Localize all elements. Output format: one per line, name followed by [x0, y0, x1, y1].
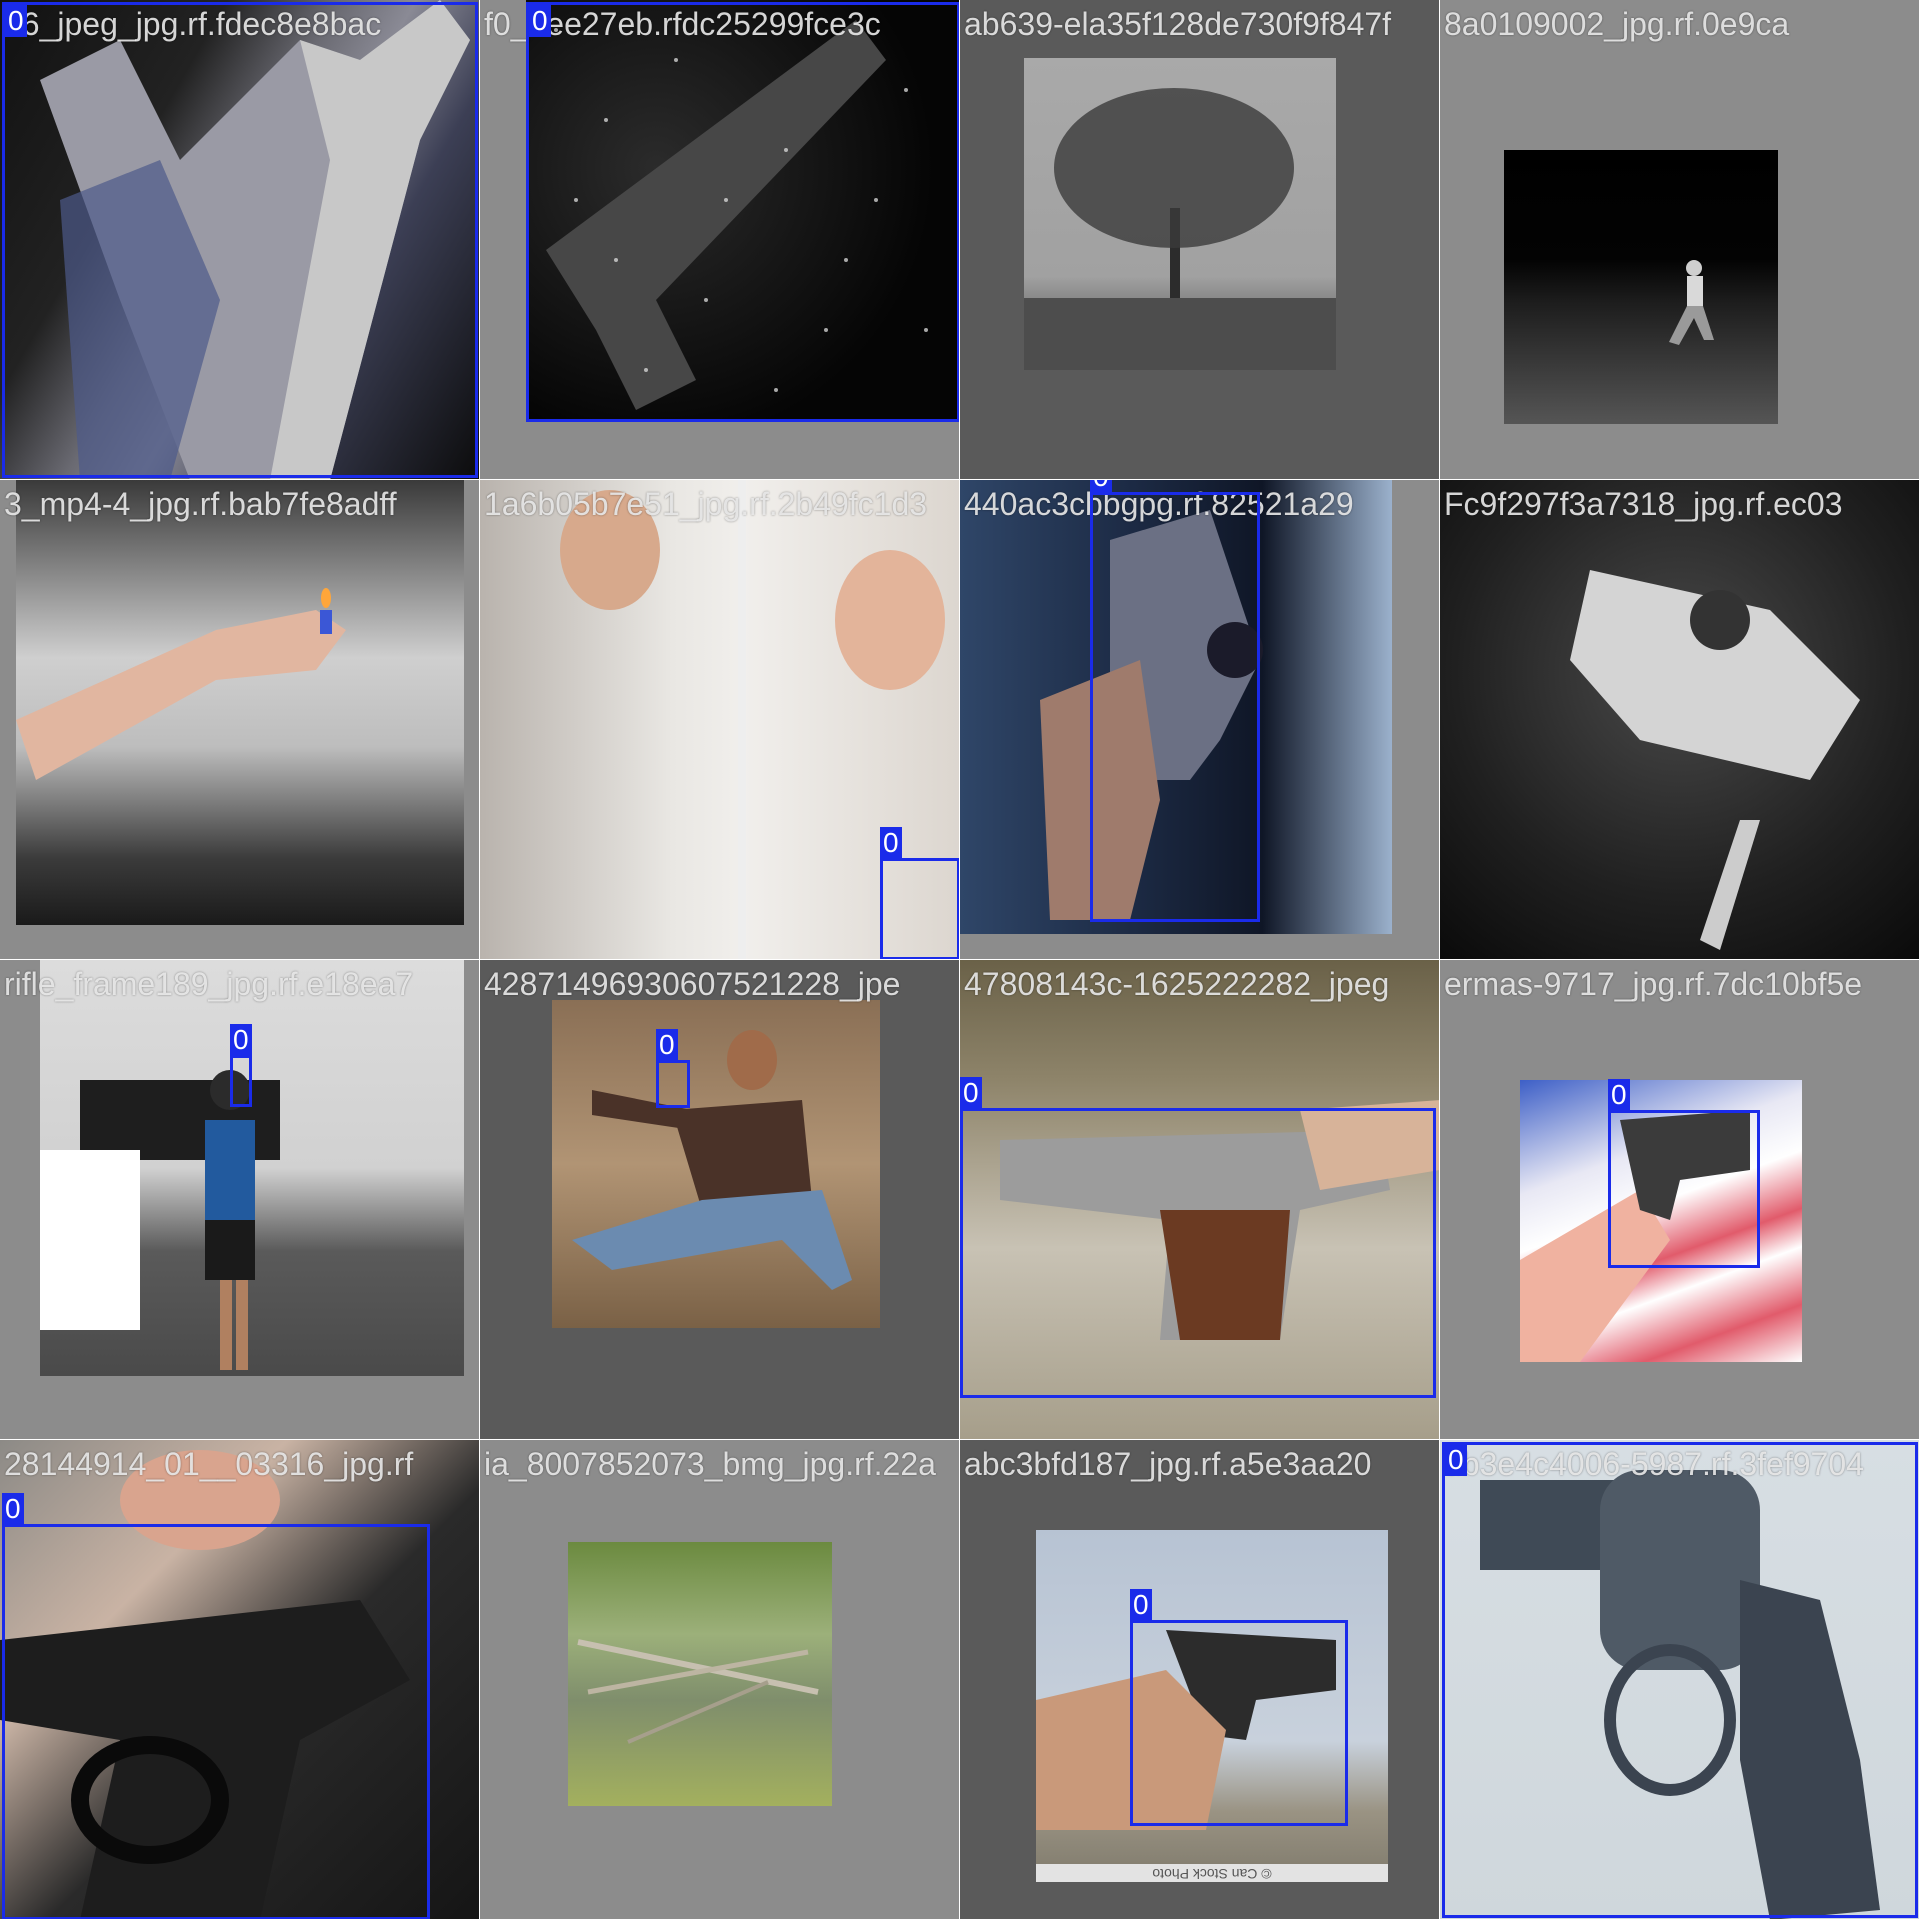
- tile-title: ia_8007852073_bmg_jpg.rf.22a: [484, 1446, 936, 1482]
- detection-box: 0: [1608, 1079, 1760, 1268]
- box-label: 0: [230, 1024, 252, 1056]
- tile-15: © Can Stock Photo abc3bfd187_jpg.rf.a5e3…: [960, 1440, 1440, 1920]
- tile-title: 47808143c-1625222282_jpeg: [964, 966, 1390, 1002]
- tile-3: ab639-ela35f128de730f9f847f: [960, 0, 1440, 480]
- photo-tree-grayscale: [1024, 58, 1336, 370]
- tree-shape: [1024, 88, 1336, 370]
- photo-office-lighter: [16, 480, 464, 925]
- box-label: 0: [656, 1029, 678, 1061]
- box-label: 0: [2, 1493, 24, 1525]
- box-label: 0: [529, 5, 551, 37]
- tile-title: rifle_frame189_jpg.rf.e18ea7: [4, 966, 414, 1002]
- tile-title: abc3bfd187_jpg.rf.a5e3aa20: [964, 1446, 1372, 1482]
- tile-13: 28144914_01__03316_jpg.rf 0: [0, 1440, 480, 1920]
- detection-box: 0: [1090, 480, 1260, 922]
- tile-2: f0_2ee27eb.rfdc25299fce3c 0: [480, 0, 960, 480]
- box-label: 0: [5, 5, 27, 37]
- box-label: 0: [1445, 1444, 1467, 1476]
- tile-6: 1a6b05b7e51_jpg.rf.2b49fc1d3 0: [480, 480, 960, 960]
- detection-box: 0: [880, 827, 959, 959]
- detection-box: 0: [230, 1024, 252, 1107]
- box-label: 0: [880, 827, 902, 859]
- tile-title: 1a6b05b7e51_jpg.rf.2b49fc1d3: [484, 486, 928, 522]
- shooter-figure: [40, 1070, 280, 1370]
- box-label: 0: [1608, 1079, 1630, 1111]
- box-label: 0: [960, 1077, 982, 1109]
- tile-title: 42871496930607521228_jpe: [484, 966, 901, 1002]
- box-label: 0: [1130, 1589, 1152, 1621]
- tile-title: 8a0109002_jpg.rf.0e9ca: [1444, 6, 1790, 42]
- detection-box: 0: [1442, 1442, 1918, 1918]
- watermark-text: © Can Stock Photo: [1152, 1866, 1272, 1882]
- photo-night-field: [1504, 150, 1778, 424]
- tile-14: ia_8007852073_bmg_jpg.rf.22a: [480, 1440, 960, 1920]
- detection-box: 0: [656, 1029, 690, 1108]
- detection-box: 0: [2, 2, 478, 478]
- tile-8: Fc9f297f3a7318_jpg.rf.ec03: [1440, 480, 1920, 960]
- kneeling-man: [572, 1030, 852, 1290]
- tile-title: ab639-ela35f128de730f9f847f: [964, 6, 1392, 42]
- tile-10: 42871496930607521228_jpe 0: [480, 960, 960, 1440]
- tile-16: db3e4c4006-5987.rf.3fef9704 0: [1440, 1440, 1920, 1920]
- tile-title: 3_mp4-4_jpg.rf.bab7fe8adff: [4, 486, 397, 522]
- tile-11: 47808143c-1625222282_jpeg 0: [960, 960, 1440, 1440]
- tile-title: ermas-9717_jpg.rf.7dc10bf5e: [1444, 966, 1863, 1002]
- tile-title: 28144914_01__03316_jpg.rf: [4, 1446, 414, 1482]
- photo-fallen-trees: [568, 1542, 832, 1806]
- detection-box: 0: [1130, 1589, 1348, 1826]
- photo-kneeling-man: [552, 1000, 880, 1328]
- tile-5: 3_mp4-4_jpg.rf.bab7fe8adff: [0, 480, 480, 960]
- box-label: 0: [1090, 480, 1112, 493]
- detection-box: 0: [960, 1077, 1436, 1398]
- photo-room-shooter: [40, 960, 464, 1376]
- tile-4: 8a0109002_jpg.rf.0e9ca: [1440, 0, 1920, 480]
- arm-lighter: [16, 588, 346, 780]
- detection-box: 0: [526, 2, 959, 422]
- detection-box: 0: [2, 1493, 430, 1919]
- tile-7: 440ac3cbbgpg.rf.82521a29 0: [960, 480, 1440, 960]
- tile-1: 36_jpeg_jpg.rf.fdec8e8bac 0: [0, 0, 480, 480]
- photo-overturned-car: [1440, 480, 1919, 959]
- car-shape: [1570, 570, 1860, 950]
- branches: [577, 1639, 819, 1744]
- tile-12: ermas-9717_jpg.rf.7dc10bf5e 0: [1440, 960, 1920, 1440]
- tile-title: Fc9f297f3a7318_jpg.rf.ec03: [1444, 486, 1843, 522]
- tile-9: rifle_frame189_jpg.rf.e18ea7 0: [0, 960, 480, 1440]
- person-silhouette: [1669, 260, 1714, 345]
- mosaic-grid: 36_jpeg_jpg.rf.fdec8e8bac 0 f0_2ee27eb.r…: [0, 0, 1920, 1920]
